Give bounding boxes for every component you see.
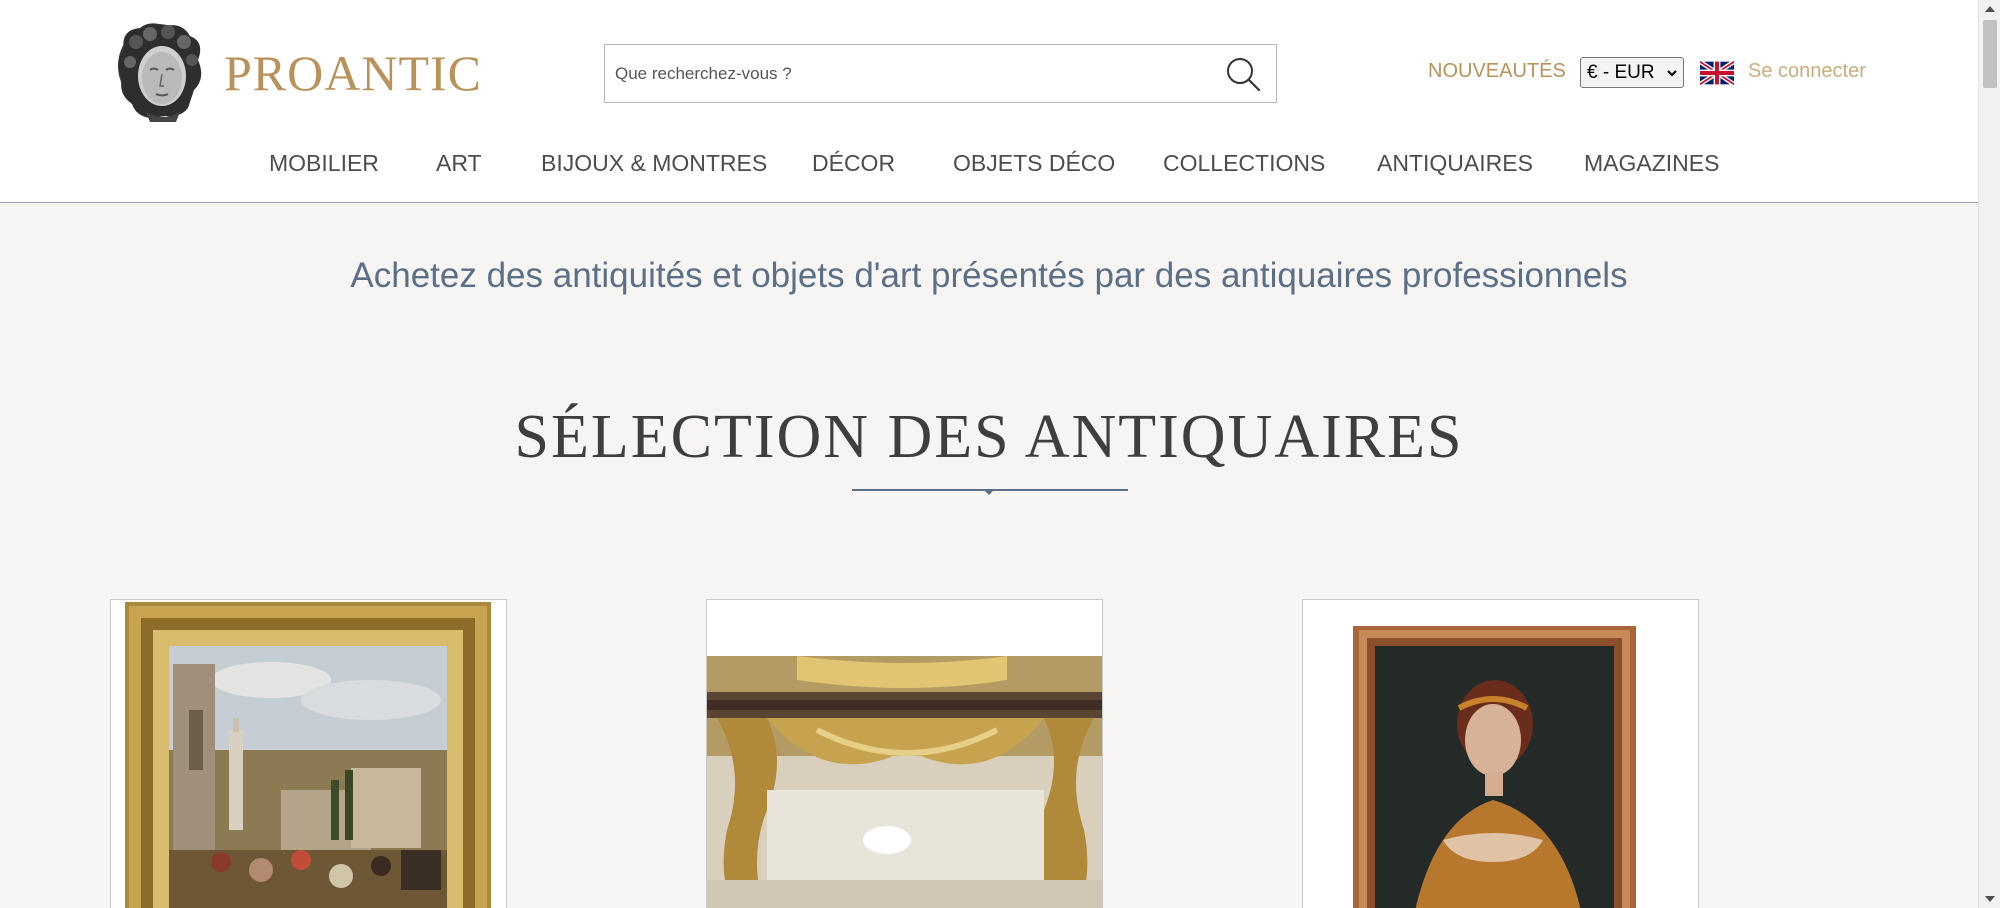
section-title: SÉLECTION DES ANTIQUAIRES xyxy=(514,403,1464,471)
nav-item-magazines[interactable]: MAGAZINES xyxy=(1584,150,1719,177)
chevron-down-icon xyxy=(1667,70,1677,77)
scroll-up-arrow-icon[interactable] xyxy=(1984,4,1996,14)
brand-name[interactable]: PROANTIC xyxy=(224,44,482,102)
login-link[interactable]: Se connecter xyxy=(1748,60,1866,83)
nouveautes-link[interactable]: NOUVEAUTÉS xyxy=(1428,60,1566,83)
scroll-down-arrow-icon[interactable] xyxy=(1984,894,1996,904)
logo-bust-icon[interactable] xyxy=(110,20,210,122)
product-card-landscape-painting[interactable] xyxy=(110,599,507,908)
page-scrollbar[interactable] xyxy=(1978,0,2000,908)
search-icon xyxy=(1227,58,1261,92)
divider-ornament-icon xyxy=(983,489,995,495)
nav-item-objets-deco[interactable]: OBJETS DÉCO xyxy=(953,150,1115,177)
site-header: PROANTIC NOUVEAUTÉS € - EUR Se connecter… xyxy=(0,0,1978,203)
product-image xyxy=(1303,600,1698,908)
tagline: Achetez des antiquités et objets d'art p… xyxy=(350,256,1628,295)
search-button[interactable] xyxy=(1224,55,1262,93)
scroll-thumb[interactable] xyxy=(1983,20,1997,88)
search-bar xyxy=(604,44,1277,103)
currency-value: € - EUR xyxy=(1587,62,1655,83)
nav-item-decor[interactable]: DÉCOR xyxy=(812,150,895,177)
product-card-console-table[interactable] xyxy=(706,599,1103,908)
nav-item-collections[interactable]: COLLECTIONS xyxy=(1163,150,1325,177)
uk-flag-icon[interactable] xyxy=(1698,59,1736,87)
nav-item-mobilier[interactable]: MOBILIER xyxy=(269,150,379,177)
nav-item-art[interactable]: ART xyxy=(436,150,482,177)
main-nav: MOBILIER ART BIJOUX & MONTRES DÉCOR OBJE… xyxy=(0,150,1978,190)
nav-item-antiquaires[interactable]: ANTIQUAIRES xyxy=(1377,150,1533,177)
currency-select[interactable]: € - EUR xyxy=(1580,57,1684,88)
nav-item-bijoux-montres[interactable]: BIJOUX & MONTRES xyxy=(541,150,767,177)
product-image xyxy=(707,600,1102,908)
search-input[interactable] xyxy=(615,45,1205,102)
product-card-portrait-painting[interactable] xyxy=(1302,599,1699,908)
product-image xyxy=(125,602,491,908)
